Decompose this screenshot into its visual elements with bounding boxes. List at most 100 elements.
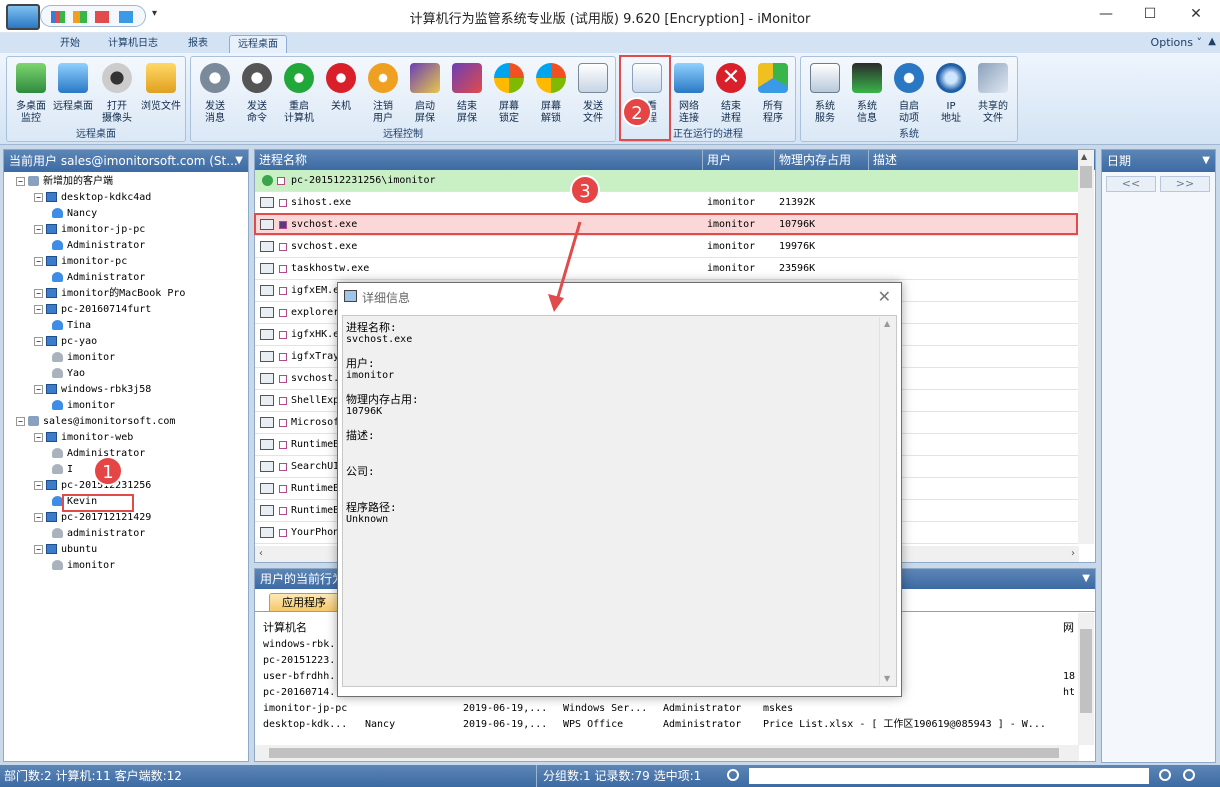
collapse-toggle-icon[interactable]: − (16, 176, 25, 186)
unlock-screen-button[interactable]: 屏幕 解锁 (531, 61, 571, 127)
tree-node[interactable]: Administrator (4, 270, 248, 286)
tree-node[interactable]: − imonitor-jp-pc (4, 222, 248, 238)
system-info-button[interactable]: 系统 信息 (847, 61, 887, 127)
process-checkbox[interactable] (279, 331, 287, 339)
process-checkbox[interactable] (279, 199, 287, 207)
tree-node[interactable]: I (4, 462, 248, 478)
process-checkbox[interactable] (279, 243, 287, 251)
col-process-name[interactable]: 进程名称 (255, 150, 703, 170)
maximize-button[interactable]: ☐ (1139, 6, 1161, 26)
network-connections-button[interactable]: 网络 连接 (669, 61, 709, 127)
process-checkbox[interactable] (279, 309, 287, 317)
tree-node[interactable]: − imonitor-pc (4, 254, 248, 270)
tree-node[interactable]: Yao (4, 366, 248, 382)
restart-computer-button[interactable]: 重启 计算机 (279, 61, 319, 127)
tree-node[interactable]: − sales@imonitorsoft.com (4, 414, 248, 430)
activity-vscroll[interactable] (1078, 613, 1094, 745)
tree-node[interactable]: − imonitor-web (4, 430, 248, 446)
collapse-toggle-icon[interactable]: − (34, 256, 43, 266)
tab-applications[interactable]: 应用程序 (269, 593, 339, 611)
lock-screen-button[interactable]: 屏幕 锁定 (489, 61, 529, 127)
process-checkbox[interactable] (279, 397, 287, 405)
tree-node[interactable]: Administrator (4, 446, 248, 462)
tab-start[interactable]: 开始 (52, 35, 88, 53)
vertical-scrollbar[interactable]: ▲ (1078, 150, 1094, 544)
options-menu[interactable]: Options ˅ (1151, 36, 1202, 49)
tree-node[interactable]: imonitor (4, 398, 248, 414)
tree-node[interactable]: − ubuntu (4, 542, 248, 558)
collapse-toggle-icon[interactable]: − (34, 512, 43, 522)
col-computer-name[interactable]: 计算机名 (263, 619, 307, 635)
close-button[interactable]: ✕ (1185, 6, 1207, 26)
process-checkbox[interactable] (279, 353, 287, 361)
process-checkbox[interactable] (279, 419, 287, 427)
process-checkbox[interactable] (279, 375, 287, 383)
process-row[interactable]: taskhostw.exe imonitor 23596K (255, 258, 1079, 280)
tree-node[interactable]: − pc-20160714furt (4, 302, 248, 318)
system-services-button[interactable]: 系统 服务 (805, 61, 845, 127)
remote-desktop-button[interactable]: 远程桌面 (53, 61, 93, 127)
tree-node[interactable]: −pc-201512231256 (4, 478, 248, 494)
collapse-toggle-icon[interactable]: − (34, 336, 43, 346)
all-programs-button[interactable]: 所有 程序 (753, 61, 793, 127)
process-group-row[interactable]: pc-201512231256\imonitor (255, 170, 1079, 192)
tree-node[interactable]: − pc-yao (4, 334, 248, 350)
collapse-toggle-icon[interactable]: − (34, 224, 43, 234)
tree-node[interactable]: − imonitor的MacBook Pro (4, 286, 248, 302)
dialog-close-button[interactable]: ✕ (878, 287, 891, 306)
start-screensaver-button[interactable]: 启动 屏保 (405, 61, 445, 127)
tree-node[interactable]: Nancy (4, 206, 248, 222)
prev-date-button[interactable]: << (1106, 176, 1156, 192)
shutdown-button[interactable]: 关机 (321, 61, 361, 127)
dialog-scrollbar[interactable]: ▲ ▼ (879, 317, 895, 685)
process-checkbox[interactable] (279, 529, 287, 537)
multi-desktop-monitor-button[interactable]: 多桌面 监控 (11, 61, 51, 127)
col-network[interactable]: 网 (1063, 619, 1074, 635)
zoom-in-icon[interactable] (1159, 769, 1171, 781)
tree-node[interactable]: − windows-rbk3j58 (4, 382, 248, 398)
next-date-button[interactable]: >> (1160, 176, 1210, 192)
collapse-toggle-icon[interactable]: − (34, 304, 43, 314)
dropdown-arrow-icon[interactable]: ▼ (1082, 569, 1090, 589)
dropdown-arrow-icon[interactable]: ▼ (235, 150, 243, 172)
collapse-toggle-icon[interactable]: − (34, 432, 43, 442)
ip-address-button[interactable]: IP 地址 (931, 61, 971, 127)
collapse-toggle-icon[interactable]: − (34, 480, 43, 490)
collapse-toggle-icon[interactable]: − (34, 288, 43, 298)
collapse-toggle-icon[interactable]: − (16, 416, 25, 426)
tree-node[interactable]: − pc-201712121429 (4, 510, 248, 526)
process-row[interactable]: sihost.exe imonitor 21392K (255, 192, 1079, 214)
tree-node[interactable]: imonitor (4, 350, 248, 366)
end-process-button[interactable]: ✕ 结束 进程 (711, 61, 751, 127)
collapse-toggle-icon[interactable]: − (34, 544, 43, 554)
minimize-button[interactable]: — (1095, 6, 1117, 26)
tab-reports[interactable]: 报表 (180, 35, 216, 53)
startup-items-button[interactable]: 自启 动项 (889, 61, 929, 127)
tree-node[interactable]: − 新增加的客户端 (4, 174, 248, 190)
tree-node[interactable]: Tina (4, 318, 248, 334)
send-message-button[interactable]: 发送 消息 (195, 61, 235, 127)
process-row[interactable]: svchost.exe imonitor 19976K (255, 236, 1079, 258)
tree-node[interactable]: imonitor (4, 558, 248, 574)
logoff-user-button[interactable]: 注销 用户 (363, 61, 403, 127)
process-checkbox[interactable] (279, 265, 287, 273)
tab-computer-log[interactable]: 计算机日志 (100, 35, 166, 53)
process-checkbox[interactable] (279, 463, 287, 471)
search-input[interactable] (749, 768, 1149, 784)
process-checkbox[interactable] (279, 441, 287, 449)
send-command-button[interactable]: 发送 命令 (237, 61, 277, 127)
activity-hscroll[interactable] (255, 745, 1079, 761)
open-camera-button[interactable]: 打开 摄像头 (97, 61, 137, 127)
process-checkbox[interactable] (279, 287, 287, 295)
search-icon[interactable] (727, 769, 739, 781)
help-icon[interactable]: ▲ (1208, 36, 1216, 47)
browse-files-button[interactable]: 浏览文件 (141, 61, 181, 127)
end-screensaver-button[interactable]: 结束 屏保 (447, 61, 487, 127)
tree-node[interactable]: − desktop-kdkc4ad (4, 190, 248, 206)
tree-node[interactable]: administrator (4, 526, 248, 542)
send-file-button[interactable]: 发送 文件 (573, 61, 613, 127)
process-checkbox[interactable] (279, 485, 287, 493)
col-user[interactable]: 用户 (703, 150, 775, 170)
tree-node[interactable]: Administrator (4, 238, 248, 254)
tab-remote-desktop[interactable]: 远程桌面 (229, 35, 287, 53)
